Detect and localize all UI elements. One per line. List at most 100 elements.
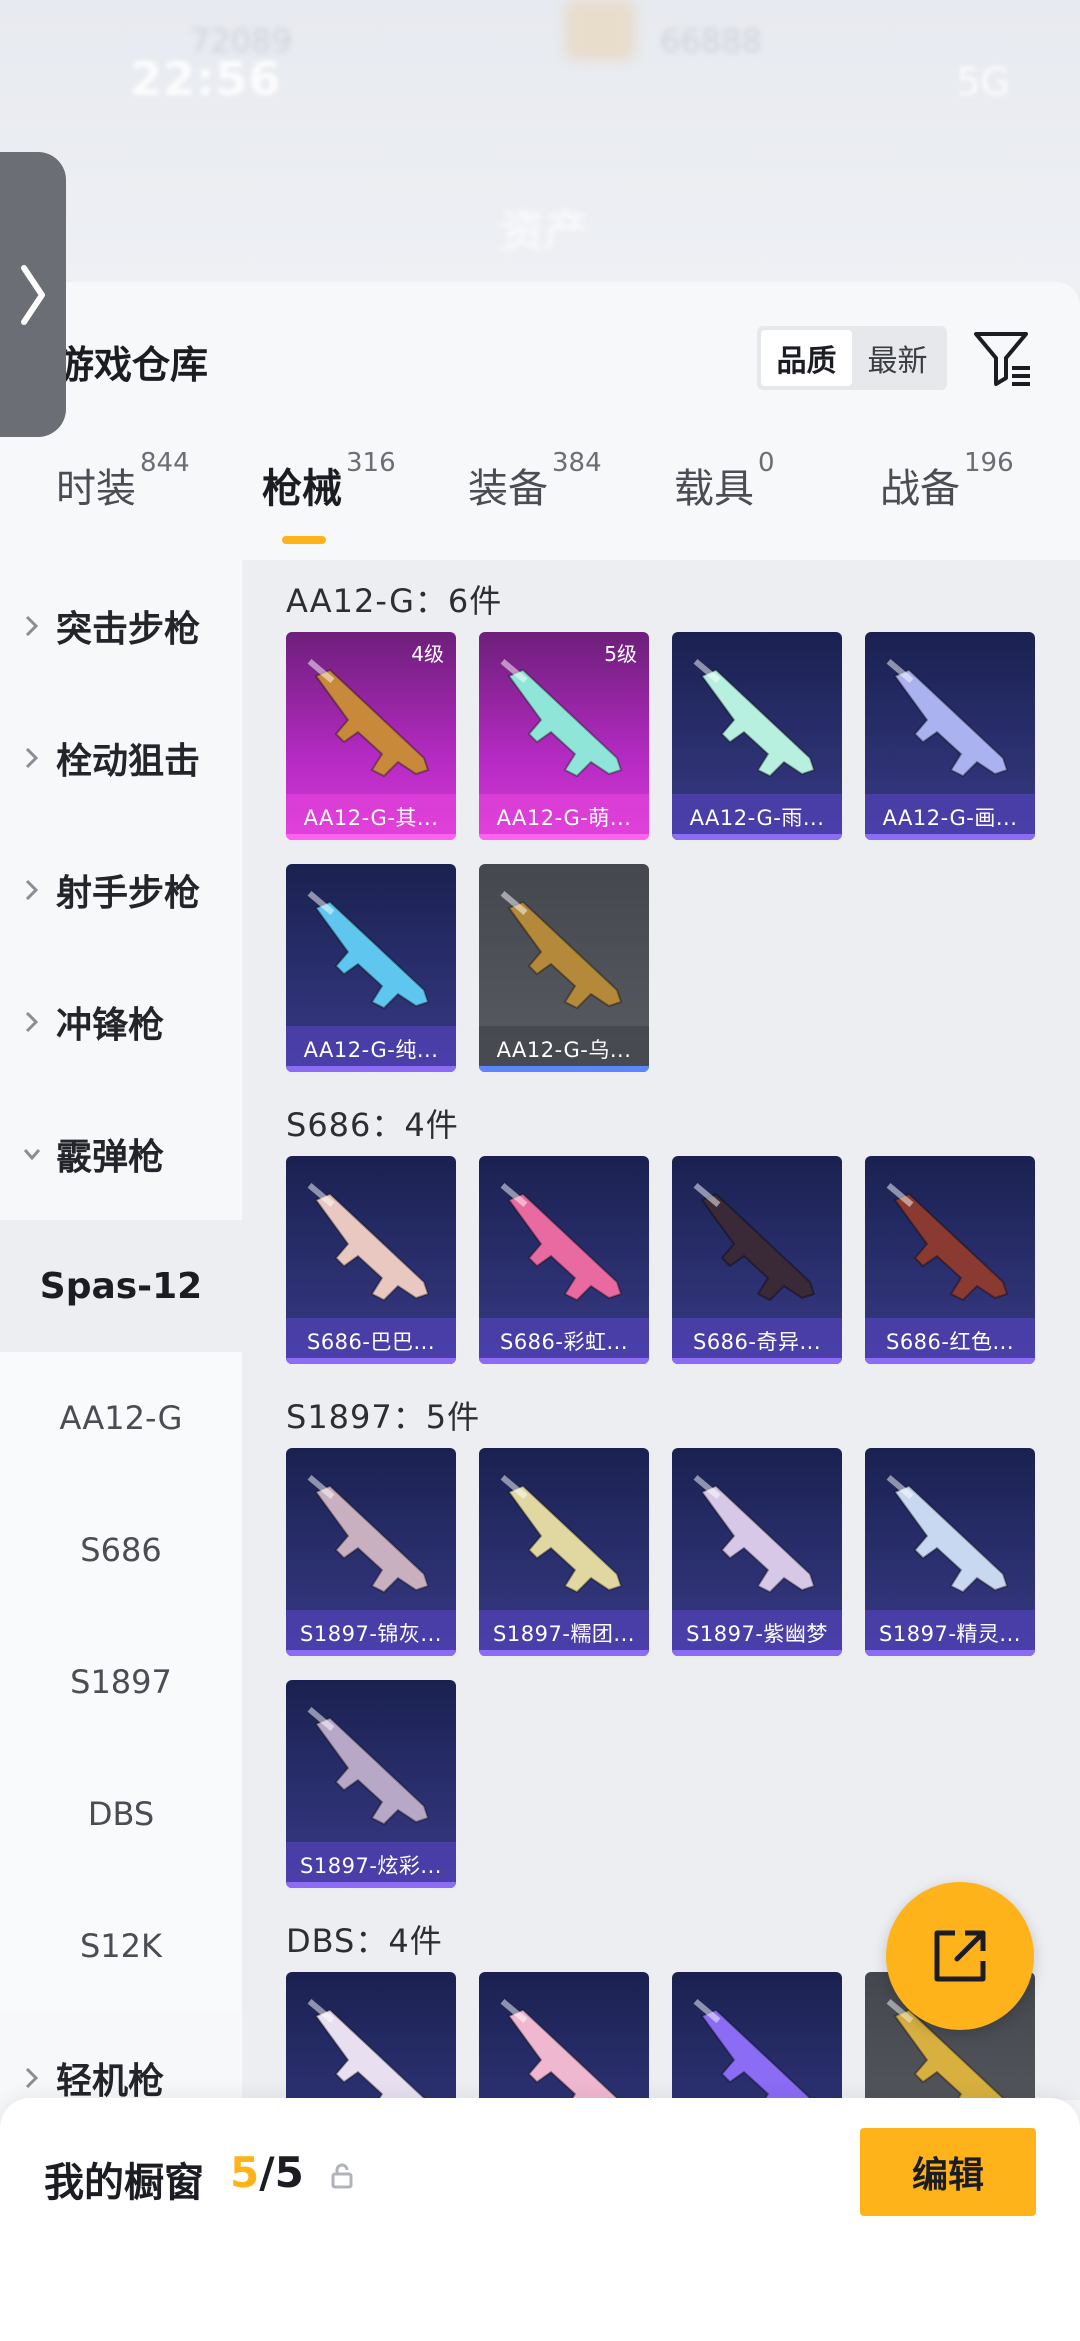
weapon-image (500, 891, 623, 1010)
panel-header: 游戏仓库 品质 最新 (0, 282, 1080, 432)
sidebar-subitem-label: S686 (80, 1531, 162, 1569)
sidebar-item-bolt-sniper[interactable]: 栓动狙击 (0, 692, 242, 824)
blurred-page-title: 资产 (500, 206, 588, 257)
rarity-edge (672, 834, 842, 840)
sidebar-subitem-s1897[interactable]: S1897 (0, 1616, 242, 1748)
item-grid: AA12-G：6件 4级 AA12-G-其... 5级 AA12-G-萌... AA12-… (242, 560, 1080, 2100)
rarity-edge (865, 1650, 1035, 1656)
skin-name: S1897-紫幽梦 (686, 1622, 828, 1646)
weapon-image (500, 1475, 623, 1594)
weapon-image (307, 659, 430, 778)
sidebar-subitem-label: S12K (79, 1927, 162, 1965)
skin-name: S1897-糯团... (493, 1622, 635, 1646)
weapon-image (307, 1999, 426, 2100)
sidebar-item-smg[interactable]: 冲锋枪 (0, 956, 242, 1088)
tab-equipment[interactable]: 装备384 (468, 448, 602, 514)
tab-count: 384 (552, 448, 602, 478)
weapon-skin-card[interactable] (286, 1972, 456, 2100)
rarity-edge (286, 1066, 456, 1072)
weapon-skin-card[interactable]: S1897-锦灰... (286, 1448, 456, 1656)
sidebar-subitem-dbs[interactable]: DBS (0, 1748, 242, 1880)
tab-vehicles[interactable]: 载具0 (674, 448, 775, 514)
sidebar-item-label: 霰弹枪 (56, 1137, 165, 1178)
active-tab-indicator (282, 536, 326, 544)
tab-count: 196 (964, 448, 1014, 478)
weapon-skin-card[interactable]: S686-奇异... (672, 1156, 842, 1364)
share-button[interactable] (886, 1882, 1034, 2030)
chevron-right-icon (21, 264, 45, 325)
skin-name: S1897-锦灰... (300, 1622, 442, 1646)
skin-name: AA12-G-其... (303, 806, 439, 830)
weapon-skin-card[interactable]: S1897-炫彩... (286, 1680, 456, 1888)
weapon-skin-card[interactable]: AA12-G-画... (865, 632, 1035, 840)
weapon-skin-card[interactable]: S686-彩虹... (479, 1156, 649, 1364)
skin-name: S686-彩虹... (499, 1330, 629, 1354)
edit-button[interactable]: 编辑 (860, 2128, 1036, 2216)
weapon-skin-card[interactable]: AA12-G-乌... (479, 864, 649, 1072)
category-tabs: 时装844 枪械316 装备384 载具0 战备196 (0, 432, 1080, 560)
filter-icon[interactable] (972, 328, 1034, 388)
rarity-edge (479, 1066, 649, 1072)
section-title: S686：4件 (286, 1106, 459, 1144)
sidebar-subitem-label: S1897 (70, 1663, 172, 1701)
skin-name: S686-奇异... (692, 1330, 822, 1354)
skin-name: S686-红色... (885, 1330, 1015, 1354)
status-bar: 22:56 72089 66888 5G 资产 (0, 0, 1080, 290)
showcase-count: 5/5 (230, 2148, 304, 2197)
weapon-image (500, 1183, 623, 1302)
showcase-bar: 我的橱窗 5/5 编辑 (0, 2098, 1080, 2341)
weapon-skin-card[interactable]: 4级 AA12-G-其... (286, 632, 456, 840)
weapon-image (500, 1999, 619, 2100)
sort-quality-button[interactable]: 品质 (761, 330, 852, 386)
status-blurred-right: 66888 (660, 22, 762, 60)
weapon-image (886, 1475, 1009, 1594)
weapon-skin-card[interactable]: S1897-精灵... (865, 1448, 1035, 1656)
weapon-skin-card[interactable]: S1897-紫幽梦 (672, 1448, 842, 1656)
chevron-down-icon (24, 1149, 40, 1161)
sidebar-item-shotgun[interactable]: 霰弹枪 (0, 1088, 242, 1220)
blurred-avatar (565, 0, 635, 60)
weapon-image (693, 659, 816, 778)
page-title: 游戏仓库 (56, 343, 209, 387)
tab-count: 0 (758, 448, 775, 478)
chevron-right-icon (25, 879, 39, 901)
tab-weapons[interactable]: 枪械316 (262, 448, 396, 514)
weapon-image (693, 1999, 812, 2100)
sidebar-subitem-spas12[interactable]: Spas-12 (0, 1220, 242, 1352)
tab-fashion[interactable]: 时装844 (56, 448, 190, 514)
showcase-total: /5 (259, 2148, 304, 2197)
sidebar-subitem-s12k[interactable]: S12K (0, 1880, 242, 2012)
sidebar-item-marksman-rifle[interactable]: 射手步枪 (0, 824, 242, 956)
weapon-image (307, 1183, 430, 1302)
skin-name: AA12-G-画... (882, 806, 1018, 830)
weapon-skin-card[interactable]: 5级 AA12-G-萌... (479, 632, 649, 840)
tab-count: 844 (140, 448, 190, 478)
tab-supplies[interactable]: 战备196 (880, 448, 1014, 514)
section-title: S1897：5件 (286, 1398, 481, 1436)
sidebar-item-assault-rifle[interactable]: 突击步枪 (0, 560, 242, 692)
weapon-skin-card[interactable]: S686-红色... (865, 1156, 1035, 1364)
sidebar-subitem-aa12g[interactable]: AA12-G (0, 1352, 242, 1484)
sidebar-item-label: 突击步枪 (56, 609, 201, 650)
weapon-image (307, 891, 430, 1010)
skin-name: S686-巴巴... (306, 1330, 436, 1354)
tab-label: 时装 (56, 466, 136, 512)
weapon-skin-card[interactable] (479, 1972, 649, 2100)
tab-label: 战备 (880, 466, 960, 512)
weapon-skin-card[interactable]: S1897-糯团... (479, 1448, 649, 1656)
status-time: 22:56 (130, 52, 282, 106)
rarity-edge (479, 834, 649, 840)
sort-newest-button[interactable]: 最新 (852, 330, 943, 386)
rarity-edge (865, 834, 1035, 840)
tab-label: 装备 (468, 466, 548, 512)
sidebar-subitem-label: AA12-G (59, 1399, 183, 1437)
weapon-skin-card[interactable] (672, 1972, 842, 2100)
weapon-skin-card[interactable]: AA12-G-雨... (672, 632, 842, 840)
chevron-right-icon (25, 1011, 39, 1033)
sidebar-subitem-s686[interactable]: S686 (0, 1484, 242, 1616)
side-drawer-handle[interactable] (0, 152, 66, 437)
weapon-skin-card[interactable]: S686-巴巴... (286, 1156, 456, 1364)
rarity-edge (865, 1358, 1035, 1364)
chevron-right-icon (25, 2067, 39, 2089)
weapon-skin-card[interactable]: AA12-G-纯... (286, 864, 456, 1072)
